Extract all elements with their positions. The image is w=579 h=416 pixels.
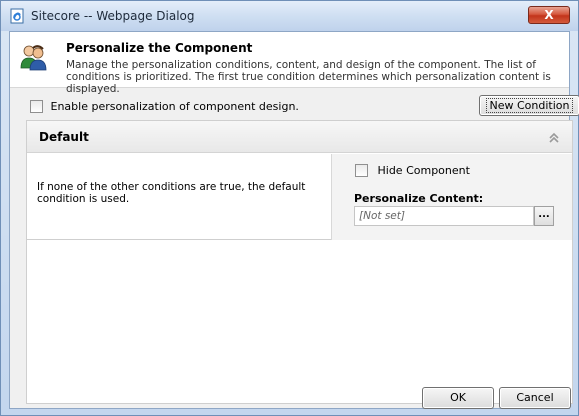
dialog-header: Personalize the Component Manage the per… [10,32,569,95]
title-bar[interactable]: Sitecore -- Webpage Dialog X [1,1,578,31]
dialog-client-area: Personalize the Component Manage the per… [9,31,579,409]
default-condition-body: If none of the other conditions are true… [27,154,572,240]
ie-page-icon [10,8,24,24]
ok-button[interactable]: OK [422,387,494,409]
new-condition-label: New Condition [485,98,574,113]
personalize-content-value: [Not set] [359,210,405,222]
hide-component-label[interactable]: Hide Component [378,164,470,177]
dialog-heading: Personalize the Component [66,41,253,55]
hide-component-row[interactable]: Hide Component [355,163,470,177]
hide-component-checkbox[interactable] [355,163,368,177]
enable-personalization-label[interactable]: Enable personalization of component desi… [51,100,299,113]
window-title: Sitecore -- Webpage Dialog [31,9,195,23]
enable-personalization-checkbox[interactable] [30,99,43,113]
personalize-content-field[interactable]: [Not set] [354,206,534,226]
dialog-description: Manage the personalization conditions, c… [66,59,551,95]
dialog-window: Sitecore -- Webpage Dialog X Personalize… [0,0,579,416]
default-condition-header[interactable]: Default [27,121,572,153]
browse-content-button[interactable]: ... [534,206,554,226]
enable-personalization-row[interactable]: Enable personalization of component desi… [30,99,299,115]
personalize-content-label: Personalize Content: [354,192,484,205]
close-icon: X [544,8,554,22]
default-condition-title: Default [39,130,89,144]
users-icon [20,45,47,71]
conditions-panel: Default If none of the other conditions … [26,120,573,404]
chevron-up-double-icon[interactable] [548,132,560,144]
new-condition-button[interactable]: New Condition [479,95,579,116]
personalization-options: Hide Component Personalize Content: [Not… [331,154,572,240]
close-button[interactable]: X [528,6,570,24]
default-condition-description: If none of the other conditions are true… [37,181,306,205]
cancel-button[interactable]: Cancel [499,387,571,409]
